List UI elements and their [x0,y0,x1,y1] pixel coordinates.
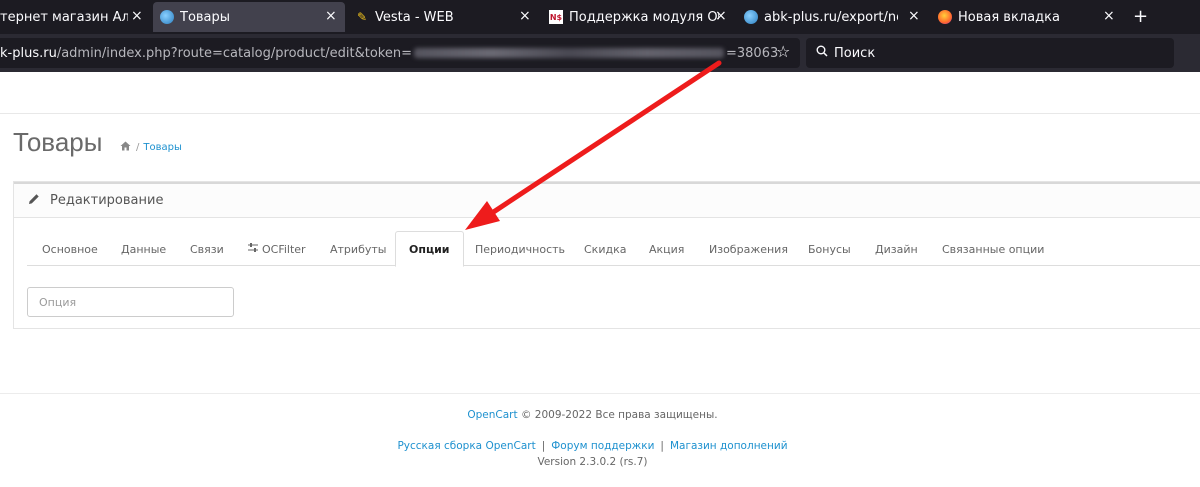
close-icon[interactable]: × [715,8,727,24]
footer-link-extension-store[interactable]: Магазин дополнений [670,440,788,452]
firefox-icon [938,10,952,24]
tab-related-options[interactable]: Связанные опции [942,232,1044,266]
search-placeholder: Поиск [834,45,876,61]
footer-links: Русская сборка OpenCart | Форум поддержки |… [0,440,1185,452]
close-icon[interactable]: × [908,8,920,24]
tab-special[interactable]: Акция [649,232,684,266]
browser-tab-active[interactable]: Товары × [153,2,345,32]
browser-tab[interactable]: Новая вкладка × [938,0,1118,34]
sliders-icon [248,243,258,255]
browser-tab-title: abk-plus.ru/export/neose [764,9,898,25]
tab-rewards[interactable]: Бонусы [808,232,851,266]
product-tabs: Основное Данные Связи OCFilter Атрибуты … [27,231,1200,267]
tab-design[interactable]: Дизайн [875,232,918,266]
footer-version: Version 2.3.0.2 (rs.7) [537,456,648,468]
tab-recurring[interactable]: Периодичность [475,232,565,266]
browser-tab-title: тернет магазин Алта [0,9,128,25]
close-icon[interactable]: × [325,8,337,24]
tab-links[interactable]: Связи [190,232,224,266]
browser-tab-strip: тернет магазин Алта × Товары × ✎ Vesta -… [0,0,1200,34]
tab-ocfilter-label: OCFilter [262,242,306,256]
browser-tab-title: Поддержка модуля Обн [569,9,719,25]
url-bar[interactable]: k-plus.ru /admin/index.php?route=catalog… [0,38,800,68]
browser-tab[interactable]: ✎ Vesta - WEB × [355,0,538,34]
footer-copyright: OpenCart © 2009-2022 Все права защищены. [0,409,1185,421]
bookmark-star-icon[interactable]: ☆ [776,42,790,61]
browser-tab-title: Vesta - WEB [375,9,454,25]
tab-options[interactable]: Опции [395,231,464,267]
footer-copyright-text: © 2009-2022 Все права защищены. [520,409,718,421]
url-token-redacted [413,48,724,58]
option-input[interactable] [27,287,234,317]
header-divider [0,113,1200,114]
browser-tab-title: Товары [180,9,231,25]
search-icon [816,45,828,61]
home-icon[interactable] [120,141,131,154]
globe-icon [160,10,174,24]
footer-separator: | [660,440,664,452]
url-tail: =38063 [725,45,779,61]
tab-discount[interactable]: Скидка [584,232,626,266]
tab-ocfilter[interactable]: OCFilter [248,232,306,266]
footer-link-support-forum[interactable]: Форум поддержки [551,440,654,452]
footer-link-russian-build[interactable]: Русская сборка OpenCart [397,440,535,452]
breadcrumb: / Товары [120,141,182,154]
browser-tab[interactable]: N$ Поддержка модуля Обн × [549,0,737,34]
close-icon[interactable]: × [519,8,531,24]
footer-separator: | [541,440,546,452]
browser-tab[interactable]: тернет магазин Алта × [0,0,150,34]
tab-data[interactable]: Данные [121,232,166,266]
browser-search-bar[interactable]: Поиск [806,38,1174,68]
page-title: Товары [13,127,103,157]
tab-images[interactable]: Изображения [709,232,788,266]
new-tab-button[interactable]: + [1133,6,1148,27]
url-path: /admin/index.php?route=catalog/product/e… [56,45,412,61]
tab-general[interactable]: Основное [42,232,98,266]
tab-attributes[interactable]: Атрибуты [330,232,386,266]
close-icon[interactable]: × [1103,8,1115,24]
pencil-icon [28,193,40,209]
globe-icon [744,10,758,24]
edit-panel: Редактирование Основное Данные Связи OCF… [13,181,1200,329]
browser-tab[interactable]: abk-plus.ru/export/neose × [744,0,930,34]
url-host: k-plus.ru [0,45,57,61]
panel-title: Редактирование [50,193,164,208]
ns-icon: N$ [549,10,563,24]
panel-heading: Редактирование [14,182,1200,218]
close-icon[interactable]: × [131,8,143,24]
browser-nav-bar: k-plus.ru /admin/index.php?route=catalog… [0,34,1200,72]
breadcrumb-link-products[interactable]: Товары [143,142,182,153]
footer-opencart-link[interactable]: OpenCart [467,409,517,421]
footer-divider [0,393,1200,394]
vesta-icon: ✎ [356,10,368,24]
browser-tab-title: Новая вкладка [958,9,1060,25]
breadcrumb-separator: / [136,142,140,153]
